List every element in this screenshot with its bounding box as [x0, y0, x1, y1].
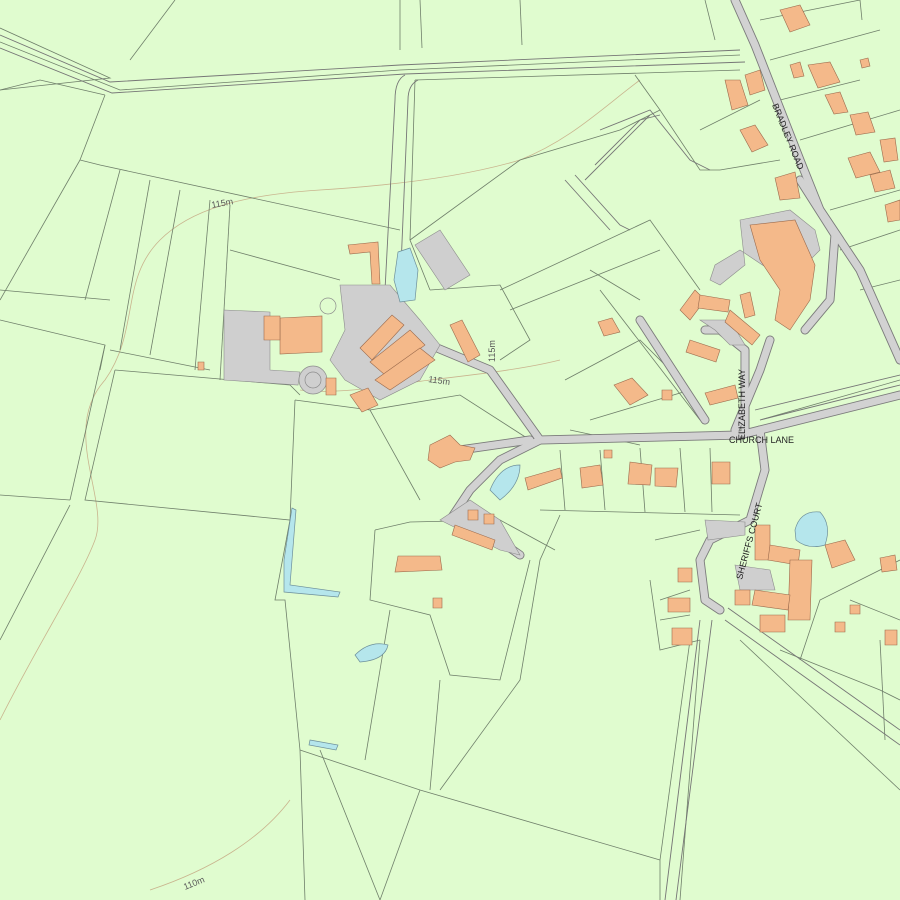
label-elizabeth-way: ELIZABETH WAY — [737, 369, 747, 440]
contour-label-vertical: 115m — [487, 340, 497, 362]
map-canvas[interactable]: BRADLEY ROAD CHURCH LANE ELIZABETH WAY S… — [0, 0, 900, 900]
